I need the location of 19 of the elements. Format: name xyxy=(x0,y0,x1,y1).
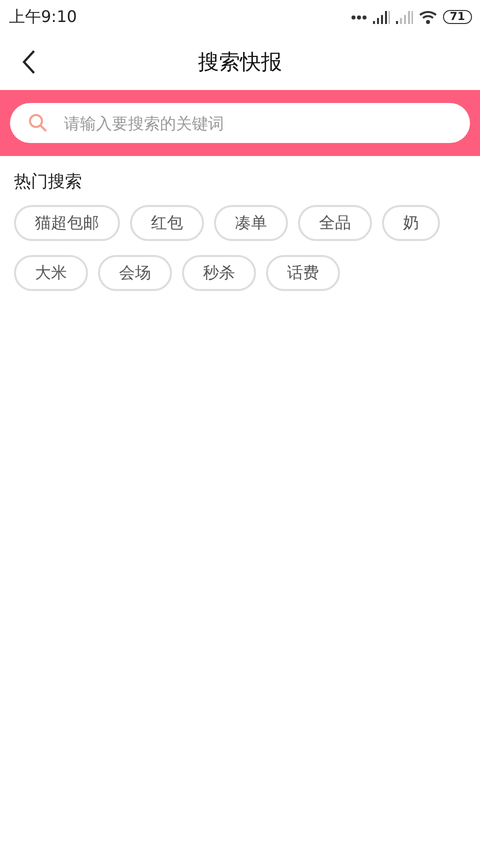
signal-icon xyxy=(372,10,390,24)
search-tag[interactable]: 话费 xyxy=(266,255,340,291)
search-tag[interactable]: 猫超包邮 xyxy=(14,205,120,241)
status-time: 上午9:10 xyxy=(9,6,77,28)
search-tag[interactable]: 红包 xyxy=(130,205,204,241)
search-tag[interactable]: 秒杀 xyxy=(182,255,256,291)
wifi-icon xyxy=(418,10,437,24)
search-tag[interactable]: 会场 xyxy=(98,255,172,291)
search-tag[interactable]: 大米 xyxy=(14,255,88,291)
search-tag[interactable]: 奶 xyxy=(382,205,440,241)
page-title: 搜索快报 xyxy=(198,49,282,76)
search-tag[interactable]: 全品 xyxy=(298,205,372,241)
search-tag[interactable]: 凑单 xyxy=(214,205,288,241)
more-dots-icon xyxy=(350,14,367,20)
battery-indicator: 71 xyxy=(442,10,472,24)
back-icon[interactable] xyxy=(22,50,36,74)
search-field[interactable]: 请输入要搜索的关键词 xyxy=(10,103,470,143)
section-title: 热门搜索 xyxy=(14,171,83,193)
signal-icon xyxy=(396,10,413,24)
